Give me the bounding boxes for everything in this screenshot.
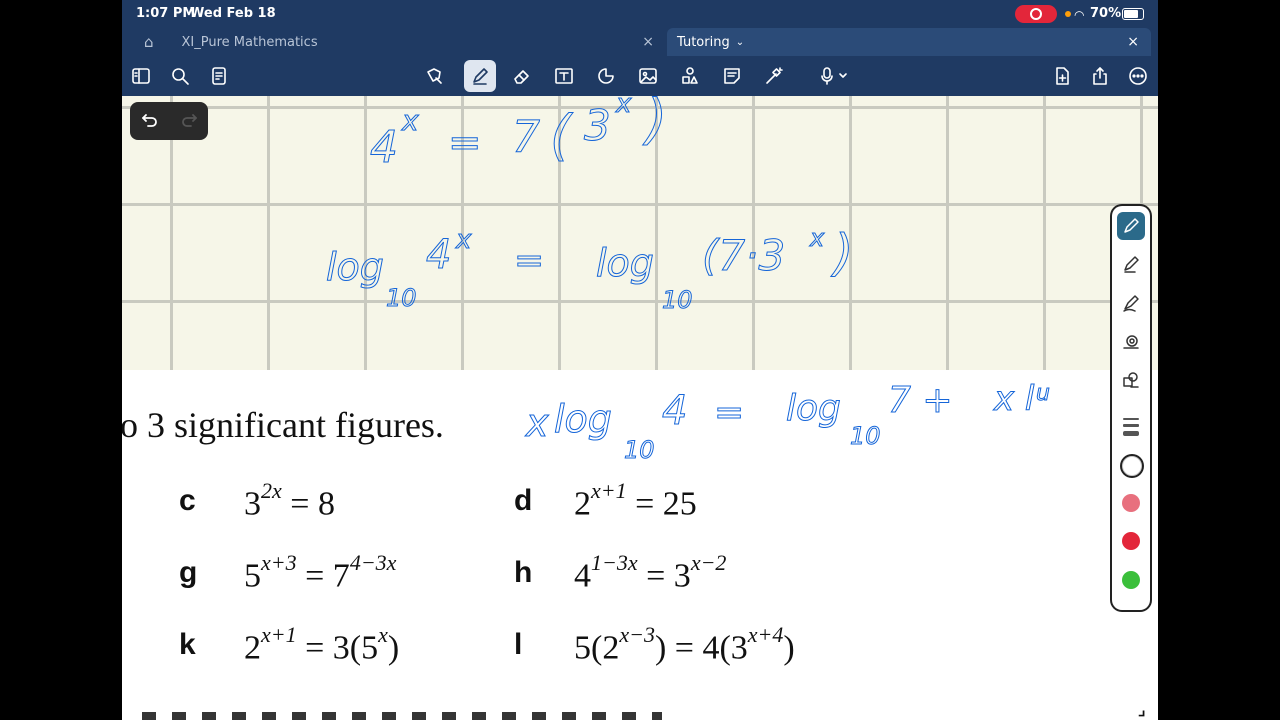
swatch-green[interactable] <box>1122 571 1140 589</box>
tab-label: XI_Pure Mathematics <box>181 34 318 50</box>
chevron-down-icon[interactable]: ⌄ <box>736 37 744 48</box>
image-icon[interactable] <box>634 62 662 90</box>
question-label-g: g <box>179 556 198 589</box>
pen-palette <box>1112 206 1150 610</box>
shape-pen-icon[interactable] <box>1117 366 1145 394</box>
search-icon[interactable] <box>166 62 194 90</box>
sticky-note-icon[interactable] <box>718 62 746 90</box>
hw-line3-tail2: u <box>1036 381 1050 406</box>
brush-pen-icon[interactable] <box>1117 289 1145 317</box>
question-label-l: l <box>514 628 523 661</box>
more-icon[interactable] <box>1124 62 1152 90</box>
hw-line3-seven-plus: 7 + <box>888 380 953 421</box>
shapes-icon[interactable] <box>592 62 620 90</box>
hw-line3-sub2: 10 <box>850 422 881 450</box>
tab-label: Tutoring <box>677 34 730 50</box>
sidebar-icon[interactable] <box>127 62 155 90</box>
question-g-expression: 5x+3 = 74−3x <box>244 550 397 595</box>
question-l-expression: 5(2x−3) = 4(3x+4) <box>574 622 795 667</box>
tab-tutoring[interactable]: Tutoring ⌄ × <box>667 28 1151 56</box>
instruction-text: o 3 significant figures. <box>122 405 444 445</box>
tab-close-icon[interactable]: × <box>642 34 654 50</box>
hw-line3-log2: log <box>786 388 841 429</box>
undo-icon[interactable] <box>140 109 160 134</box>
swatch-white[interactable] <box>1122 456 1142 476</box>
swatch-pink[interactable] <box>1122 494 1140 512</box>
eraser-icon[interactable] <box>508 62 536 90</box>
highlighter-icon[interactable] <box>1117 328 1145 356</box>
swatch-red[interactable] <box>1122 532 1140 550</box>
hw-line3-sub: 10 <box>624 436 655 464</box>
question-label-k: k <box>179 628 196 661</box>
add-page-icon[interactable] <box>1048 62 1076 90</box>
battery-icon <box>1122 8 1144 20</box>
hw-line3-four: 4 <box>662 388 687 434</box>
laser-icon[interactable] <box>760 62 788 90</box>
grid-paper-area[interactable] <box>122 96 1158 370</box>
question-label-h: h <box>514 556 533 589</box>
share-icon[interactable] <box>1086 62 1114 90</box>
question-c-expression: 32x = 8 <box>244 478 335 523</box>
stroke-thickness-icon[interactable] <box>1123 418 1139 436</box>
screen: 1:07 PM Wed Feb 18 ◠ 70% ⌂ XI_Pure Mathe… <box>122 0 1158 720</box>
status-time: 1:07 PM <box>136 6 196 21</box>
status-date: Wed Feb 18 <box>190 6 276 21</box>
resize-corner-icon: ⌟ <box>1138 702 1146 719</box>
top-bar: 1:07 PM Wed Feb 18 ◠ 70% ⌂ XI_Pure Mathe… <box>122 0 1158 96</box>
question-h-expression: 41−3x = 3x−2 <box>574 550 727 595</box>
battery-percent: 70% <box>1090 6 1122 21</box>
wifi-icon: ◠ <box>1074 8 1085 22</box>
undo-redo-panel <box>130 102 208 140</box>
textbox-icon[interactable] <box>550 62 578 90</box>
question-label-d: d <box>514 484 533 517</box>
audio-icon[interactable] <box>814 62 854 90</box>
orange-dot-icon <box>1065 11 1071 17</box>
home-icon[interactable]: ⌂ <box>144 33 154 51</box>
question-label-c: c <box>179 484 196 517</box>
hw-line3-x: x <box>525 401 549 445</box>
cut-off-text-line <box>142 712 662 720</box>
redo-icon[interactable] <box>179 109 199 134</box>
tab-close-icon[interactable]: × <box>1127 34 1139 50</box>
hw-line3-tail: x l <box>993 379 1035 419</box>
recording-indicator <box>1015 5 1057 23</box>
question-d-expression: 2x+1 = 25 <box>574 478 697 523</box>
hw-line3-log: log <box>554 397 612 441</box>
tab-xi-pure-mathematics[interactable]: ⌂ XI_Pure Mathematics × <box>122 28 662 56</box>
ballpoint-pen-icon[interactable] <box>1117 250 1145 278</box>
question-k-expression: 2x+1 = 3(5x) <box>244 622 400 667</box>
elements-icon[interactable] <box>676 62 704 90</box>
lasso-icon[interactable] <box>420 62 448 90</box>
hw-line3-eq: = <box>714 392 744 433</box>
fountain-pen-icon[interactable] <box>1117 212 1145 240</box>
pen-icon[interactable] <box>464 60 496 92</box>
document-icon[interactable] <box>205 62 233 90</box>
